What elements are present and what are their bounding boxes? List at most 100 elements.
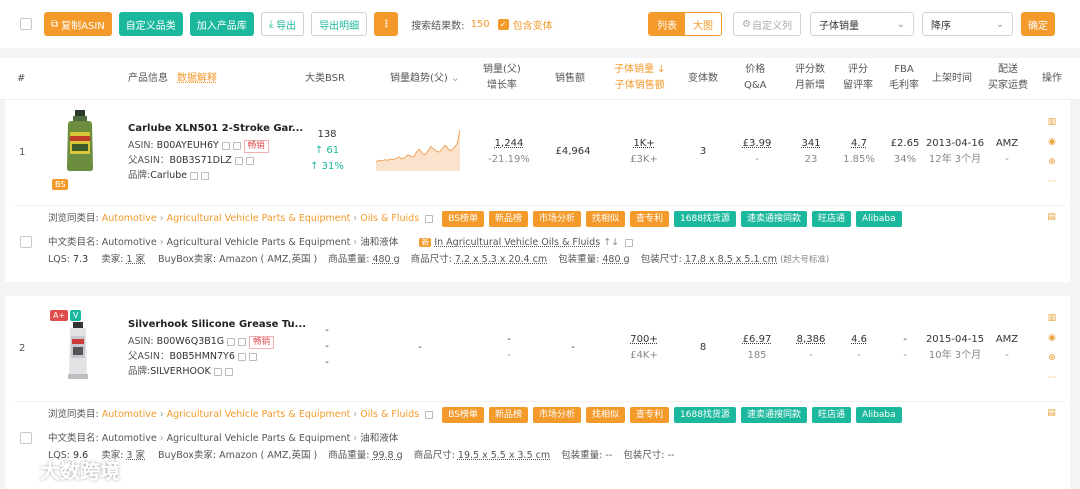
browse-link[interactable]: Oils & Fluids [360,409,419,420]
add-to-library-button[interactable]: 加入产品库 [189,12,254,36]
sub-category-link[interactable]: In Agricultural Vehicle Oils & Fluids [434,237,600,248]
view-list-tab[interactable]: 列表 [649,13,685,35]
wangdiantong-tag[interactable]: 旺店通 [811,407,851,423]
external-link-icon[interactable] [425,410,434,419]
1688-tag[interactable]: 1688找货源 [674,211,736,227]
col-bsr[interactable]: 大类BSR [305,71,345,87]
copy-asin-button[interactable]: ⧉ 复制ASIN [44,12,112,36]
custom-columns-button[interactable]: ⚙ 自定义列 [733,12,801,36]
location-icon[interactable]: ◉ [1047,332,1058,343]
find-similar-tag[interactable]: 找相似 [586,211,626,227]
rating-value[interactable]: 4.7 [839,136,879,152]
asin-value[interactable]: B00W6Q3B1G [157,336,225,347]
external-link-icon[interactable] [248,352,257,361]
col-fba[interactable]: FBA 毛利率 [889,62,919,94]
reviews-value[interactable]: 8,386 [791,332,831,348]
asin-value[interactable]: B00AYEUH6Y [157,140,219,151]
product-title[interactable]: Silverhook Silicone Grease Tu... [128,319,306,330]
browse-link[interactable]: Agricultural Vehicle Parts & Equipment [167,409,351,420]
save-icon[interactable]: ▤ [1046,211,1057,222]
sales-value[interactable]: 1,244 [481,136,537,152]
col-revenue[interactable]: 销售额 [555,71,585,87]
variants-value[interactable]: 8 [693,340,713,356]
copy-icon[interactable] [234,156,243,165]
col-child-sales[interactable]: 子体销量 ↓ 子体销售额 [614,62,666,94]
price-value[interactable]: £3.99 [735,136,779,152]
market-analysis-tag[interactable]: 市场分析 [532,407,581,423]
browse-link[interactable]: Automotive [102,213,157,224]
export-button[interactable]: ⤓ 导出 [260,12,305,36]
data-explain-link[interactable]: 数据解释 [177,71,217,87]
browse-link[interactable]: Oils & Fluids [360,213,419,224]
col-price[interactable]: 价格 Q&A [744,62,767,94]
child-sales-value[interactable]: 1K+ [617,136,671,152]
save-icon[interactable]: ▤ [1046,407,1057,418]
chart-icon[interactable]: ▥ [1047,116,1058,127]
copy-icon[interactable] [227,337,236,346]
rating-value[interactable]: 4.6 [839,332,879,348]
row-checkbox[interactable] [20,236,32,248]
sort-field-select[interactable]: 子体销量 ⌄ [810,12,914,36]
more-icon[interactable]: ⋯ [1047,372,1058,383]
col-reviews[interactable]: 评分数 月新增 [795,62,825,94]
alibaba-tag[interactable]: Alibaba [855,407,902,423]
copy-icon[interactable] [190,171,199,180]
reviews-value[interactable]: 341 [791,136,831,152]
col-variants[interactable]: 变体数 [688,71,718,87]
custom-category-button[interactable]: 自定义品类 [118,12,183,36]
find-similar-tag[interactable]: 找相似 [586,407,626,423]
target-icon[interactable]: ⊕ [1047,352,1058,363]
alibaba-tag[interactable]: Alibaba [855,211,902,227]
external-link-icon[interactable] [224,367,233,376]
parent-asin-value[interactable]: B0B3S71DLZ [169,155,231,166]
col-launch[interactable]: 上架时间 [932,71,972,87]
brand-value[interactable]: SILVERHOOK [150,366,211,377]
browse-link[interactable]: Agricultural Vehicle Parts & Equipment [167,213,351,224]
aliexpress-tag[interactable]: 速卖通搜同款 [740,211,807,227]
confirm-button[interactable]: 确定 [1021,12,1055,36]
product-image[interactable] [62,110,98,172]
market-analysis-tag[interactable]: 市场分析 [532,211,581,227]
external-link-icon[interactable] [425,214,434,223]
col-sales-parent[interactable]: 销量(父) 增长率 [483,62,521,94]
copy-icon[interactable] [213,367,222,376]
browse-link[interactable]: Automotive [102,409,157,420]
new-list-tag[interactable]: 新品榜 [488,407,528,423]
product-image[interactable] [65,322,91,382]
external-link-icon[interactable] [232,141,241,150]
external-link-icon[interactable] [201,171,210,180]
sort-order-select[interactable]: 降序 ⌄ [922,12,1013,36]
parent-asin-value[interactable]: B0B5HMN7Y6 [169,351,234,362]
patent-tag[interactable]: 查专利 [630,211,670,227]
new-list-tag[interactable]: 新品榜 [488,211,528,227]
wangdiantong-tag[interactable]: 旺店通 [811,211,851,227]
bs-list-tag[interactable]: BS榜单 [442,407,484,423]
sellers-value[interactable]: 3 家 [126,450,145,461]
col-sales-trend[interactable]: 销量趋势(父) ⌄ [390,71,459,87]
aliexpress-tag[interactable]: 速卖通搜同款 [740,407,807,423]
col-delivery[interactable]: 配送 买家运费 [988,62,1028,94]
copy-icon[interactable] [237,352,246,361]
select-all-checkbox[interactable] [20,18,32,30]
1688-tag[interactable]: 1688找货源 [674,407,736,423]
col-rating[interactable]: 评分 留评率 [843,62,873,94]
external-link-icon[interactable] [238,337,247,346]
export-detail-button[interactable]: 导出明细 [311,12,368,36]
external-link-icon[interactable] [245,156,254,165]
patent-tag[interactable]: 查专利 [630,407,670,423]
more-icon[interactable]: ⋯ [1047,176,1058,187]
sales-trend-chart[interactable] [375,128,461,172]
variants-value[interactable]: 3 [693,144,713,160]
brand-value[interactable]: Carlube [150,170,187,181]
target-icon[interactable]: ⊕ [1047,156,1058,167]
child-sales-value[interactable]: 700+ [617,332,671,348]
sellers-value[interactable]: 1 家 [126,254,145,265]
more-menu-button[interactable]: ⋮ [374,12,399,36]
sort-arrows-icon[interactable]: ↑↓ [603,237,619,248]
bs-list-tag[interactable]: BS榜单 [442,211,484,227]
include-variants-checkbox[interactable]: ✓ [497,18,509,30]
view-grid-tab[interactable]: 大图 [685,13,721,35]
row-checkbox[interactable] [20,432,32,444]
location-icon[interactable]: ◉ [1047,136,1058,147]
chart-icon[interactable]: ▥ [1047,312,1058,323]
